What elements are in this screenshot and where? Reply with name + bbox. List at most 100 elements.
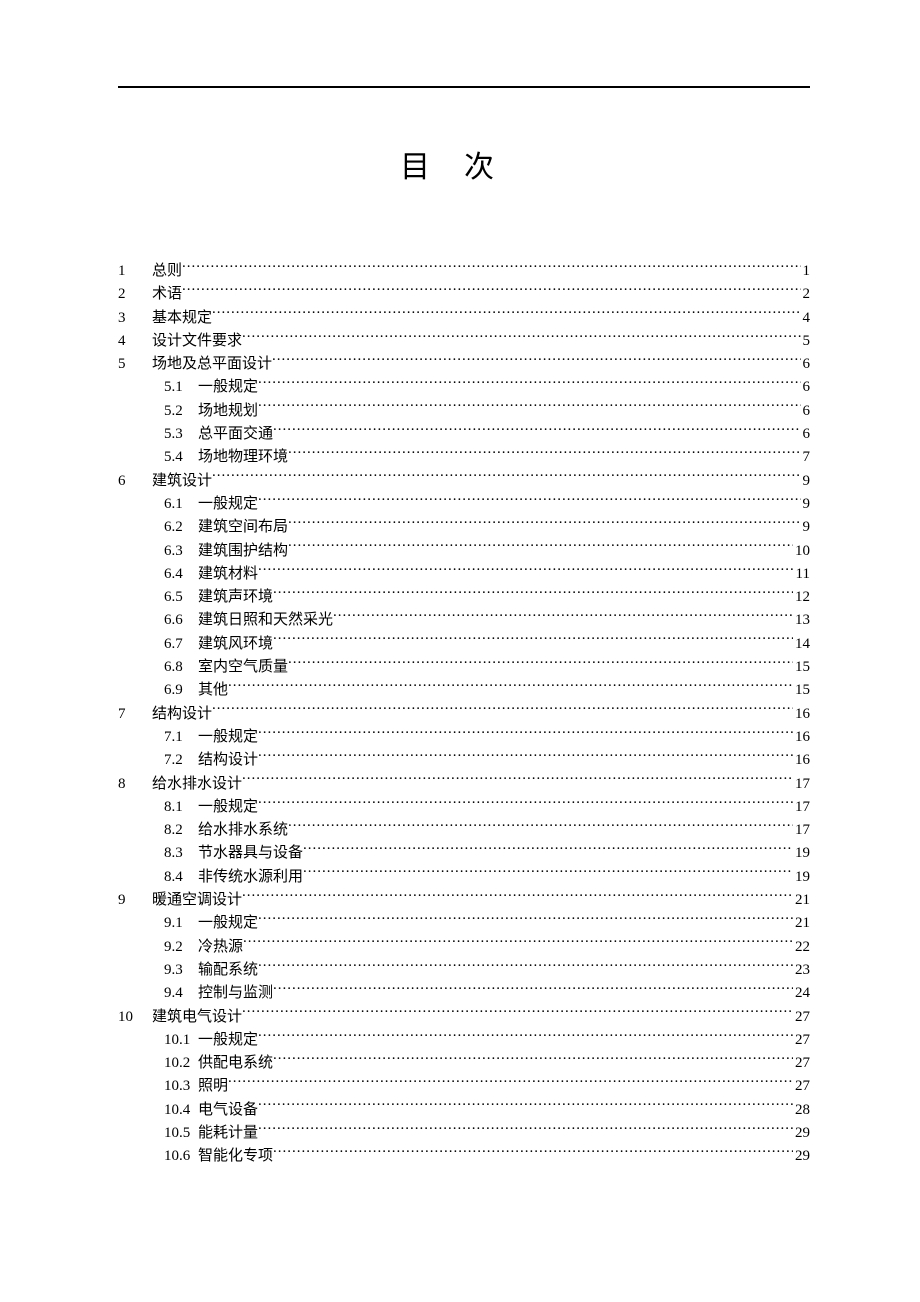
toc-entry[interactable]: 5.2场地规划6 <box>118 400 810 423</box>
toc-entry[interactable]: 9.4控制与监测 24 <box>118 982 810 1005</box>
toc-entry[interactable]: 5.4场地物理环境7 <box>118 446 810 469</box>
entry-page: 28 <box>793 1099 810 1122</box>
toc-entry[interactable]: 5.3总平面交通6 <box>118 423 810 446</box>
entry-page: 21 <box>793 912 810 935</box>
entry-page: 4 <box>801 307 811 330</box>
toc-entry[interactable]: 8.3节水器具与设备19 <box>118 842 810 865</box>
toc-entry[interactable]: 10建筑电气设计27 <box>118 1006 810 1029</box>
entry-number: 6.5 <box>164 586 198 609</box>
entry-label: 一般规定 <box>198 726 258 749</box>
entry-label: 智能化专项 <box>198 1145 273 1168</box>
entry-number: 5.2 <box>164 400 198 423</box>
entry-number: 6.6 <box>164 609 198 632</box>
toc-entry[interactable]: 5场地及总平面设计6 <box>118 353 810 376</box>
entry-number: 10.4 <box>164 1099 198 1122</box>
toc-entry[interactable]: 6.1一般规定9 <box>118 493 810 516</box>
entry-page: 6 <box>801 423 811 446</box>
entry-label: 供配电系统 <box>198 1052 273 1075</box>
leader-dots <box>288 540 793 555</box>
toc-entry[interactable]: 7.1一般规定16 <box>118 726 810 749</box>
toc-entry[interactable]: 9暖通空调设计21 <box>118 889 810 912</box>
entry-number: 10.6 <box>164 1145 198 1168</box>
toc-entry[interactable]: 6建筑设计9 <box>118 470 810 493</box>
entry-label: 结构设计 <box>198 749 258 772</box>
entry-page: 27 <box>793 1029 810 1052</box>
leader-dots <box>228 679 793 694</box>
leader-dots <box>242 889 793 904</box>
toc-entry[interactable]: 10.3照明27 <box>118 1075 810 1098</box>
toc-entry[interactable]: 6.8室内空气质量15 <box>118 656 810 679</box>
toc-entry[interactable]: 7结构设计16 <box>118 703 810 726</box>
toc-entry[interactable]: 10.6智能化专项 29 <box>118 1145 810 1168</box>
toc-entry[interactable]: 9.2冷热源22 <box>118 936 810 959</box>
entry-number: 8.1 <box>164 796 198 819</box>
entry-page: 10 <box>793 540 810 563</box>
toc-entry[interactable]: 10.2供配电系统27 <box>118 1052 810 1075</box>
leader-dots <box>258 749 793 764</box>
entry-number: 2 <box>118 283 152 306</box>
leader-dots <box>288 656 793 671</box>
toc-entry[interactable]: 9.3输配系统23 <box>118 959 810 982</box>
entry-label: 设计文件要求 <box>152 330 242 353</box>
entry-label: 给水排水设计 <box>152 773 242 796</box>
toc-entry[interactable]: 6.5建筑声环境12 <box>118 586 810 609</box>
toc-entry[interactable]: 6.4建筑材料11 <box>118 563 810 586</box>
entry-page: 29 <box>793 1145 810 1168</box>
toc-entry[interactable]: 8.4非传统水源利用19 <box>118 866 810 889</box>
entry-label: 非传统水源利用 <box>198 866 303 889</box>
toc-entry[interactable]: 8.2给水排水系统17 <box>118 819 810 842</box>
toc-entry[interactable]: 7.2结构设计16 <box>118 749 810 772</box>
leader-dots <box>258 1029 793 1044</box>
toc-entry[interactable]: 8给水排水设计17 <box>118 773 810 796</box>
toc-entry[interactable]: 1总则1 <box>118 260 810 283</box>
toc-entry[interactable]: 6.2建筑空间布局9 <box>118 516 810 539</box>
entry-label: 照明 <box>198 1075 228 1098</box>
entry-page: 6 <box>801 353 811 376</box>
entry-label: 建筑电气设计 <box>152 1006 242 1029</box>
entry-number: 7.2 <box>164 749 198 772</box>
entry-page: 13 <box>793 609 810 632</box>
entry-number: 10.1 <box>164 1029 198 1052</box>
entry-number: 9.4 <box>164 982 198 1005</box>
entry-label: 暖通空调设计 <box>152 889 242 912</box>
entry-label: 一般规定 <box>198 912 258 935</box>
entry-number: 6.4 <box>164 563 198 586</box>
entry-number: 6 <box>118 470 152 493</box>
leader-dots <box>182 260 800 275</box>
entry-number: 6.9 <box>164 679 198 702</box>
toc-entry[interactable]: 8.1一般规定 17 <box>118 796 810 819</box>
toc-entry[interactable]: 6.9其他15 <box>118 679 810 702</box>
entry-page: 27 <box>793 1052 810 1075</box>
toc-entry[interactable]: 6.7建筑风环境14 <box>118 633 810 656</box>
toc-entry[interactable]: 2术语2 <box>118 283 810 306</box>
entry-page: 27 <box>793 1006 810 1029</box>
entry-label: 一般规定 <box>198 493 258 516</box>
entry-number: 9 <box>118 889 152 912</box>
leader-dots <box>212 307 800 322</box>
leader-dots <box>242 773 793 788</box>
leader-dots <box>272 353 800 368</box>
leader-dots <box>273 423 800 438</box>
entry-label: 一般规定 <box>198 796 258 819</box>
entry-label: 节水器具与设备 <box>198 842 303 865</box>
header-rule <box>118 86 810 88</box>
toc-entry[interactable]: 10.4电气设备28 <box>118 1099 810 1122</box>
entry-page: 17 <box>793 796 810 819</box>
toc-entry[interactable]: 6.3建筑围护结构10 <box>118 540 810 563</box>
toc-entry[interactable]: 9.1一般规定21 <box>118 912 810 935</box>
toc-entry[interactable]: 10.5能耗计量29 <box>118 1122 810 1145</box>
toc-entry[interactable]: 5.1一般规定6 <box>118 376 810 399</box>
entry-page: 24 <box>793 982 810 1005</box>
entry-label: 建筑声环境 <box>198 586 273 609</box>
toc-entry[interactable]: 6.6建筑日照和天然采光13 <box>118 609 810 632</box>
toc-entry[interactable]: 4设计文件要求5 <box>118 330 810 353</box>
leader-dots <box>288 516 800 531</box>
leader-dots <box>258 1099 793 1114</box>
leader-dots <box>243 936 793 951</box>
leader-dots <box>258 493 800 508</box>
toc-entry[interactable]: 3基本规定4 <box>118 307 810 330</box>
entry-page: 6 <box>801 376 811 399</box>
toc-entry[interactable]: 10.1一般规定27 <box>118 1029 810 1052</box>
leader-dots <box>242 330 800 345</box>
entry-label: 控制与监测 <box>198 982 273 1005</box>
